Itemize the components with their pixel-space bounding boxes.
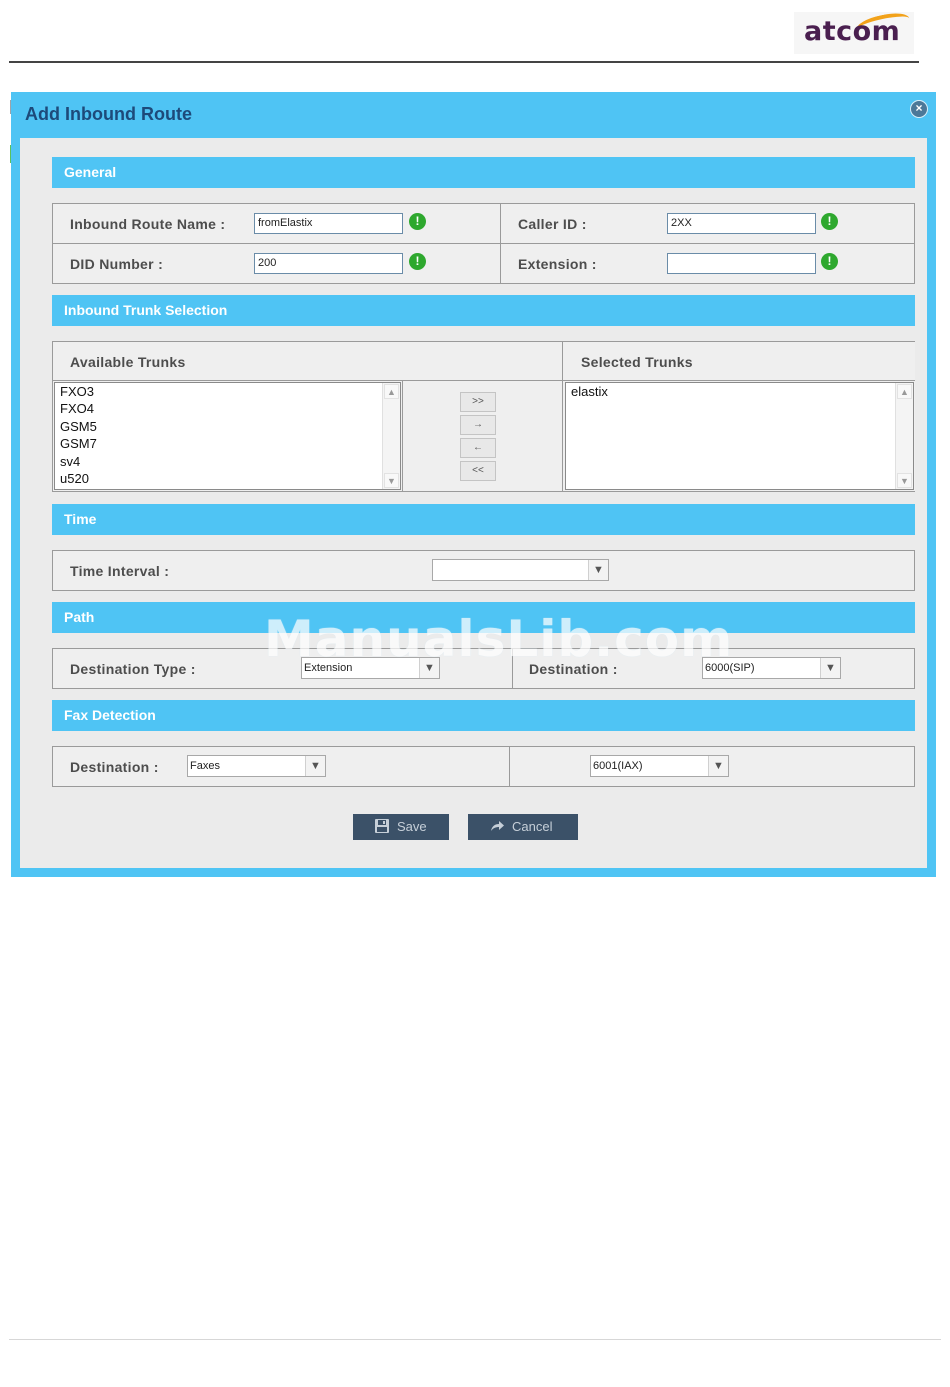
scroll-down-icon[interactable]: ▼ (897, 473, 912, 488)
select-value: Faxes (190, 760, 220, 772)
scrollbar[interactable]: ▲ ▼ (895, 383, 913, 489)
header-rule (9, 61, 919, 63)
dialog-body: General Inbound Route Name : fromElastix… (20, 138, 927, 868)
did-number-input[interactable]: 200 (254, 253, 403, 274)
close-icon[interactable]: × (910, 100, 928, 118)
required-icon: ! (821, 213, 838, 230)
route-name-input[interactable]: fromElastix (254, 213, 403, 234)
move-all-left-button[interactable]: << (460, 461, 496, 481)
select-value: 6001(IAX) (593, 760, 643, 772)
scroll-down-icon[interactable]: ▼ (384, 473, 399, 488)
move-all-right-button[interactable]: >> (460, 392, 496, 412)
column-divider (509, 747, 510, 786)
route-name-label: Inbound Route Name : (70, 216, 226, 232)
list-item[interactable]: FXO4 (55, 400, 400, 417)
available-trunks-label: Available Trunks (70, 354, 186, 370)
required-icon: ! (409, 253, 426, 270)
list-item[interactable]: FXO3 (55, 383, 400, 400)
save-button[interactable]: Save (353, 814, 449, 840)
move-left-button[interactable]: ← (460, 438, 496, 458)
did-number-label: DID Number : (70, 256, 164, 272)
list-item[interactable]: GSM7 (55, 435, 400, 452)
fax-destination-select[interactable]: Faxes ▼ (187, 755, 326, 777)
caller-id-input[interactable]: 2XX (667, 213, 816, 234)
list-item[interactable]: GSM5 (55, 418, 400, 435)
cancel-label: Cancel (512, 819, 553, 834)
logo-text: atcom (804, 16, 901, 47)
section-trunk-selection-header: Inbound Trunk Selection (52, 295, 915, 326)
section-time-header: Time (52, 504, 915, 535)
general-panel: Inbound Route Name : fromElastix ! Calle… (52, 203, 915, 284)
destination-type-label: Destination Type : (70, 661, 196, 677)
redo-arrow-icon (491, 821, 504, 831)
footer-rule (9, 1339, 941, 1340)
move-right-button[interactable]: → (460, 415, 496, 435)
save-icon (375, 819, 389, 833)
time-interval-select[interactable]: ▼ (432, 559, 609, 581)
save-label: Save (397, 819, 427, 834)
column-divider (562, 342, 563, 491)
required-icon: ! (821, 253, 838, 270)
row-divider (53, 243, 914, 244)
extension-label: Extension : (518, 256, 597, 272)
chevron-down-icon: ▼ (820, 658, 840, 678)
section-fax-header: Fax Detection (52, 700, 915, 731)
selected-trunks-list[interactable]: elastix ▲ ▼ (565, 382, 914, 490)
chevron-down-icon: ▼ (305, 756, 325, 776)
cancel-button[interactable]: Cancel (468, 814, 578, 840)
section-general-header: General (52, 157, 915, 188)
list-item[interactable]: elastix (566, 383, 913, 400)
time-panel: Time Interval : ▼ (52, 550, 915, 591)
required-icon: ! (409, 213, 426, 230)
scrollbar[interactable]: ▲ ▼ (382, 383, 400, 489)
scroll-up-icon[interactable]: ▲ (384, 384, 399, 399)
scroll-up-icon[interactable]: ▲ (897, 384, 912, 399)
list-item[interactable]: u520 (55, 470, 400, 487)
atcom-logo: atcom (794, 9, 914, 54)
list-item[interactable]: sv4 (55, 453, 400, 470)
fax-destination-label: Destination : (70, 759, 159, 775)
chevron-down-icon: ▼ (588, 560, 608, 580)
extension-input[interactable] (667, 253, 816, 274)
watermark: ManualsLib.com (264, 610, 734, 668)
fax-panel: Destination : Faxes ▼ 6001(IAX) ▼ (52, 746, 915, 787)
available-trunks-list[interactable]: FXO3 FXO4 GSM5 GSM7 sv4 u520 ▲ ▼ (54, 382, 401, 490)
fax-target-select[interactable]: 6001(IAX) ▼ (590, 755, 729, 777)
chevron-down-icon: ▼ (708, 756, 728, 776)
add-inbound-route-dialog: Add Inbound Route × General Inbound Rout… (11, 92, 936, 877)
selected-trunks-label: Selected Trunks (581, 354, 693, 370)
time-interval-label: Time Interval : (70, 563, 170, 579)
trunk-selection-panel: Available Trunks Selected Trunks FXO3 FX… (52, 341, 915, 492)
transfer-controls: >> → ← << (403, 381, 562, 491)
caller-id-label: Caller ID : (518, 216, 587, 232)
dialog-title: Add Inbound Route (25, 104, 192, 124)
